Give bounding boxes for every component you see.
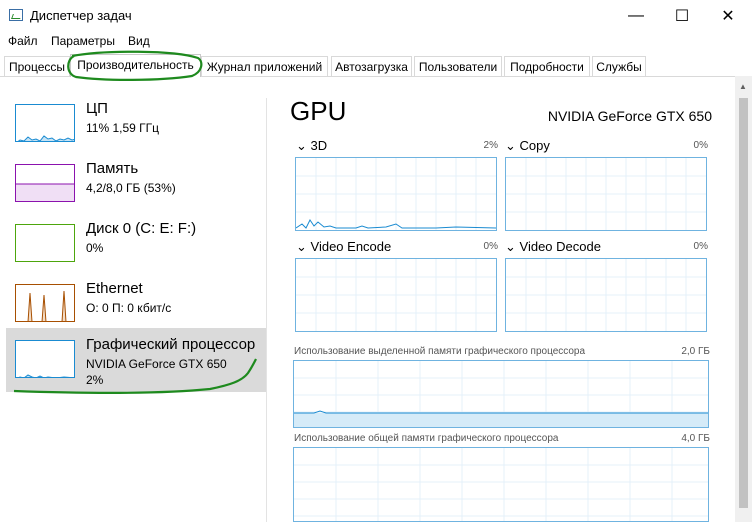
disk-thumbnail-graph: [15, 224, 75, 262]
minimize-button[interactable]: —: [613, 0, 659, 32]
sidebar-cpu-usage: 11% 1,59 ГГц: [86, 121, 160, 135]
engine-copy-selector[interactable]: ⌄ Copy: [505, 138, 550, 154]
tab-strip: Процессы Производительность Журнал прило…: [0, 54, 752, 77]
sidebar-item-gpu[interactable]: Графический процессор NVIDIA GeForce GTX…: [6, 328, 266, 392]
sidebar-gpu-usage: 2%: [86, 373, 104, 387]
sidebar-item-cpu[interactable]: ЦП 11% 1,59 ГГц: [6, 94, 266, 154]
engine-video-encode-label: Video Encode: [310, 239, 392, 254]
sidebar-ethernet-name: Ethernet: [86, 280, 143, 297]
engine-copy-graph: [505, 157, 707, 231]
menu-file[interactable]: Файл: [8, 34, 38, 48]
scroll-thumb[interactable]: [739, 98, 748, 508]
gpu-thumbnail-graph: [15, 340, 75, 378]
tab-details[interactable]: Подробности: [504, 56, 590, 76]
sidebar-cpu-name: ЦП: [86, 100, 108, 117]
tab-processes[interactable]: Процессы: [4, 56, 70, 76]
chevron-down-icon: ⌄: [505, 138, 520, 153]
sidebar-memory-name: Память: [86, 160, 139, 177]
engine-video-decode-label: Video Decode: [519, 239, 601, 254]
shared-memory-max: 4,0 ГБ: [681, 433, 710, 444]
engine-video-decode-selector[interactable]: ⌄ Video Decode: [505, 239, 601, 255]
chevron-down-icon: ⌄: [296, 239, 311, 254]
chevron-down-icon: ⌄: [296, 138, 311, 153]
memory-thumbnail-graph: [15, 164, 75, 202]
panel-divider: [266, 98, 267, 522]
engine-3d-selector[interactable]: ⌄ 3D: [296, 138, 327, 154]
engine-video-decode-graph: [505, 258, 707, 332]
sidebar-disk-name: Диск 0 (C: E: F:): [86, 220, 197, 237]
engine-copy-label: Copy: [519, 138, 550, 153]
shared-memory-graph: [293, 447, 709, 522]
engine-3d-graph: [295, 157, 497, 231]
shared-memory-label: Использование общей памяти графического …: [294, 433, 559, 444]
close-icon: ✕: [721, 8, 735, 25]
title-bar: Диспетчер задач — ☐ ✕: [0, 0, 752, 32]
sidebar-disk-usage: 0%: [86, 241, 104, 255]
menu-options[interactable]: Параметры: [51, 34, 115, 48]
sidebar-memory-usage: 4,2/8,0 ГБ (53%): [86, 181, 176, 195]
engine-video-encode-selector[interactable]: ⌄ Video Encode: [296, 239, 391, 255]
resource-sidebar: ЦП 11% 1,59 ГГц Память 4,2/8,0 ГБ (53%) …: [0, 90, 266, 522]
task-manager-icon: [9, 9, 23, 21]
gpu-model-name: NVIDIA GeForce GTX 650: [547, 108, 712, 124]
window-title: Диспетчер задач: [30, 8, 132, 23]
sidebar-item-disk[interactable]: Диск 0 (C: E: F:) 0%: [6, 214, 266, 274]
scroll-up-icon[interactable]: ▲: [739, 82, 747, 91]
tab-services[interactable]: Службы: [592, 56, 646, 76]
engine-3d-label: 3D: [310, 138, 328, 153]
dedicated-memory-max: 2,0 ГБ: [681, 346, 710, 357]
cpu-thumbnail-graph: [15, 104, 75, 142]
engine-video-encode-graph: [295, 258, 497, 332]
sidebar-item-memory[interactable]: Память 4,2/8,0 ГБ (53%): [6, 154, 266, 214]
engine-copy-percent: 0%: [693, 140, 708, 151]
page-title: GPU: [290, 96, 347, 126]
maximize-icon: ☐: [674, 8, 690, 25]
ethernet-thumbnail-graph: [15, 284, 75, 322]
tab-app-history[interactable]: Журнал приложений: [201, 56, 328, 76]
tab-startup[interactable]: Автозагрузка: [331, 56, 412, 76]
engine-3d-percent: 2%: [483, 140, 498, 151]
menu-bar: Файл Параметры Вид: [0, 32, 752, 52]
sidebar-ethernet-throughput: О: 0 П: 0 кбит/с: [86, 301, 172, 315]
tab-users[interactable]: Пользователи: [414, 56, 502, 76]
dedicated-memory-graph: [293, 360, 709, 428]
sidebar-gpu-name: Графический процессор: [86, 336, 256, 353]
minimize-icon: —: [628, 7, 644, 24]
chevron-down-icon: ⌄: [505, 239, 520, 254]
sidebar-item-ethernet[interactable]: Ethernet О: 0 П: 0 кбит/с: [6, 274, 266, 334]
dedicated-memory-label: Использование выделенной памяти графичес…: [294, 346, 586, 357]
tab-performance[interactable]: Производительность: [70, 54, 201, 77]
engine-video-encode-percent: 0%: [483, 241, 498, 252]
menu-view[interactable]: Вид: [128, 34, 150, 48]
engine-video-decode-percent: 0%: [693, 241, 708, 252]
sidebar-gpu-model: NVIDIA GeForce GTX 650: [86, 357, 227, 371]
close-button[interactable]: ✕: [705, 0, 751, 32]
main-scrollbar[interactable]: ▲: [735, 76, 752, 522]
maximize-button[interactable]: ☐: [659, 0, 705, 32]
